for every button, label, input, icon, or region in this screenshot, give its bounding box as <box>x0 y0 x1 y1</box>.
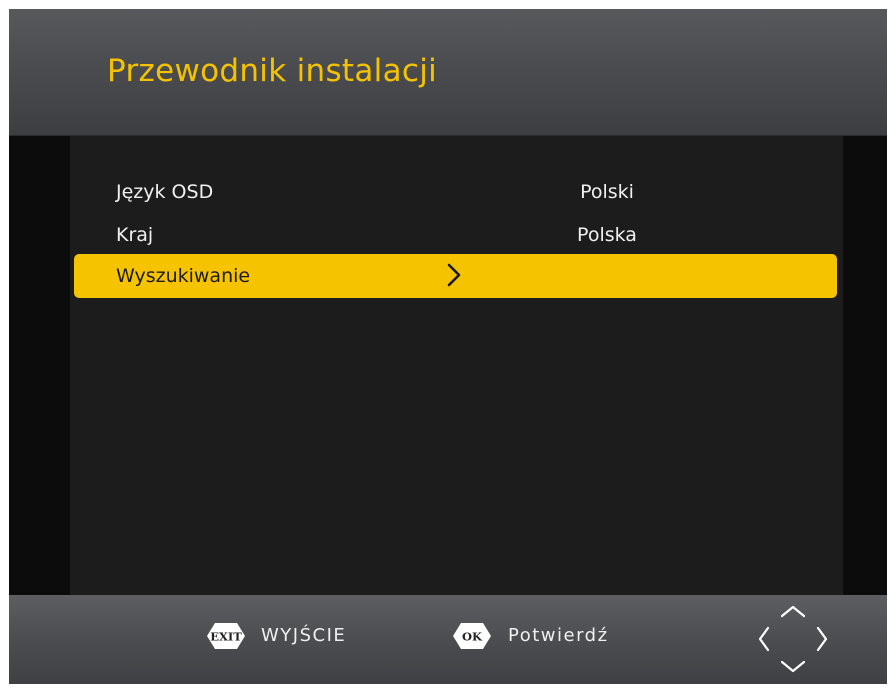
menu-item-value: Polska <box>577 224 637 246</box>
header-bar: Przewodnik instalacji <box>9 9 887 136</box>
menu-panel: Język OSD Polski Kraj Polska Wyszukiwani… <box>70 136 843 595</box>
page-title: Przewodnik instalacji <box>107 53 438 89</box>
exit-label: WYJŚCIE <box>261 625 347 646</box>
menu-item-osd-language[interactable]: Język OSD Polski <box>74 170 837 214</box>
menu-item-label: Kraj <box>116 224 154 246</box>
menu-item-country[interactable]: Kraj Polska <box>74 213 837 257</box>
menu-item-label: Wyszukiwanie <box>116 265 251 287</box>
ok-key-icon[interactable]: OK <box>452 622 492 650</box>
exit-key-icon[interactable]: EXIT <box>206 622 246 650</box>
navigation-arrows-icon <box>758 605 828 673</box>
exit-key-text: EXIT <box>210 630 242 644</box>
menu-item-search[interactable]: Wyszukiwanie <box>74 254 837 298</box>
ok-key-text: OK <box>462 630 483 644</box>
menu-item-value: Polski <box>580 181 634 203</box>
chevron-right-icon <box>447 263 461 287</box>
menu-item-label: Język OSD <box>116 181 214 203</box>
ok-label: Potwierdź <box>508 625 609 646</box>
footer-bar: EXIT WYJŚCIE OK Potwierdź <box>9 595 887 684</box>
tv-screen: Przewodnik instalacji Język OSD Polski K… <box>9 9 887 684</box>
